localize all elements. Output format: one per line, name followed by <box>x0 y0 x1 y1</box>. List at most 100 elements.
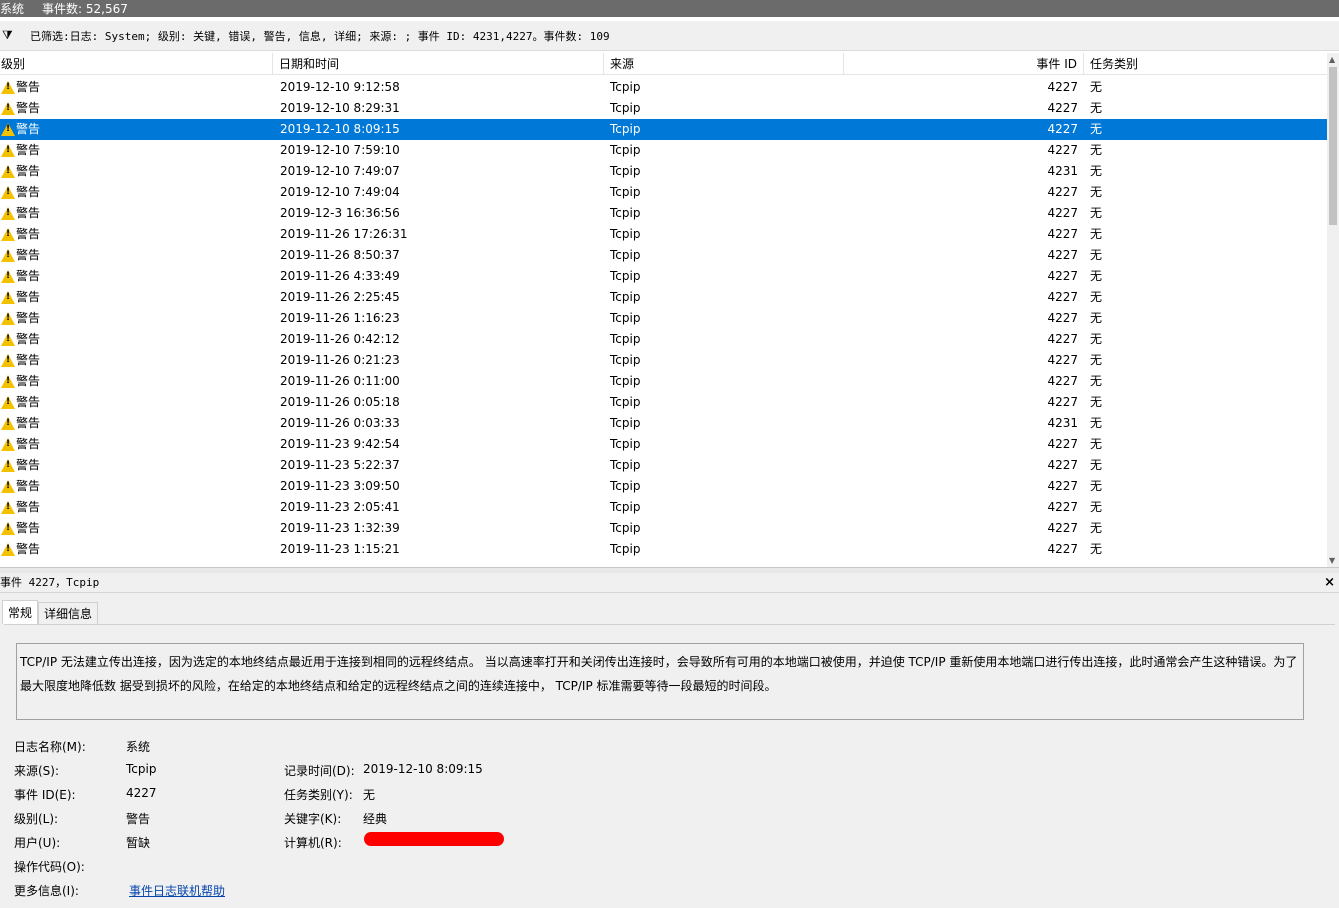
scroll-up-icon[interactable]: ▲ <box>1329 55 1335 64</box>
task-label: 任务类别(Y): <box>284 788 353 802</box>
warning-icon <box>1 123 15 136</box>
event-id-cell: 4227 <box>1047 437 1078 451</box>
event-id-cell: 4227 <box>1047 500 1078 514</box>
event-log-online-help-link[interactable]: 事件日志联机帮助 <box>129 882 225 899</box>
source-cell: Tcpip <box>610 521 641 535</box>
task-cell: 无 <box>1090 269 1103 283</box>
event-id-cell: 4227 <box>1047 269 1078 283</box>
event-id-cell: 4227 <box>1047 290 1078 304</box>
datetime-cell: 2019-11-23 2:05:41 <box>280 500 400 514</box>
title-bar: 系统 事件数: 52,567 <box>0 0 1339 17</box>
task-cell: 无 <box>1090 143 1103 157</box>
task-cell: 无 <box>1090 437 1103 451</box>
warning-icon <box>1 459 15 472</box>
table-row[interactable]: 警告 2019-11-23 1:32:39 Tcpip 4227 无 <box>0 518 1327 539</box>
source-cell: Tcpip <box>610 164 641 178</box>
logged-label: 记录时间(D): <box>284 764 355 778</box>
datetime-cell: 2019-12-10 7:49:07 <box>280 164 400 178</box>
task-cell: 无 <box>1090 458 1103 472</box>
table-row[interactable]: 警告 2019-12-10 7:49:04 Tcpip 4227 无 <box>0 182 1327 203</box>
level-text: 警告 <box>16 185 41 199</box>
task-cell: 无 <box>1090 542 1103 556</box>
source-cell: Tcpip <box>610 206 641 220</box>
event-id-cell: 4227 <box>1047 353 1078 367</box>
table-row[interactable]: 警告 2019-11-26 0:42:12 Tcpip 4227 无 <box>0 329 1327 350</box>
table-row[interactable]: 警告 2019-11-23 3:09:50 Tcpip 4227 无 <box>0 476 1327 497</box>
level-text: 警告 <box>16 227 41 241</box>
datetime-cell: 2019-12-10 9:12:58 <box>280 80 400 94</box>
tab-details[interactable]: 详细信息 <box>38 602 99 624</box>
level-cell: 警告 <box>0 140 272 161</box>
warning-icon <box>1 522 15 535</box>
table-row[interactable]: 警告 2019-11-26 8:50:37 Tcpip 4227 无 <box>0 245 1327 266</box>
column-header-level[interactable]: 级别 <box>0 53 273 75</box>
level-text: 警告 <box>16 122 41 136</box>
level-text: 警告 <box>16 542 41 556</box>
column-header-source[interactable]: 来源 <box>604 53 844 75</box>
datetime-cell: 2019-11-23 9:42:54 <box>280 437 400 451</box>
table-row[interactable]: 警告 2019-11-23 9:42:54 Tcpip 4227 无 <box>0 434 1327 455</box>
level-text: 警告 <box>16 416 41 430</box>
column-header-event-id[interactable]: 事件 ID <box>844 53 1084 75</box>
table-row[interactable]: 警告 2019-12-10 8:29:31 Tcpip 4227 无 <box>0 98 1327 119</box>
vertical-scrollbar[interactable]: ▲ ▼ <box>1327 53 1339 567</box>
level-text: 警告 <box>16 290 41 304</box>
datetime-cell: 2019-12-10 8:29:31 <box>280 101 400 115</box>
table-row[interactable]: 警告 2019-11-26 0:11:00 Tcpip 4227 无 <box>0 371 1327 392</box>
event-rows: 警告2019-12-10 9:12:58Tcpip4227无警告2019-12-… <box>0 77 1327 560</box>
scroll-down-icon[interactable]: ▼ <box>1329 556 1335 565</box>
table-row[interactable]: 警告 2019-11-23 1:15:21 Tcpip 4227 无 <box>0 539 1327 560</box>
scroll-thumb[interactable] <box>1329 67 1337 225</box>
task-cell: 无 <box>1090 122 1103 136</box>
column-header-datetime[interactable]: 日期和时间 <box>273 53 604 75</box>
warning-icon <box>1 375 15 388</box>
event-id-cell: 4227 <box>1047 458 1078 472</box>
event-description[interactable]: TCP/IP 无法建立传出连接，因为选定的本地终结点最近用于连接到相同的远程终结… <box>16 643 1304 720</box>
source-value: Tcpip <box>126 762 157 776</box>
table-row[interactable]: 警告 2019-11-23 5:22:37 Tcpip 4227 无 <box>0 455 1327 476</box>
task-cell: 无 <box>1090 164 1103 178</box>
level-text: 警告 <box>16 479 41 493</box>
warning-icon <box>1 417 15 430</box>
general-tab-panel: TCP/IP 无法建立传出连接，因为选定的本地终结点最近用于连接到相同的远程终结… <box>4 624 1335 908</box>
table-row[interactable]: 警告 2019-11-23 2:05:41 Tcpip 4227 无 <box>0 497 1327 518</box>
level-cell: 警告 <box>0 98 272 119</box>
event-id-cell: 4231 <box>1047 164 1078 178</box>
task-cell: 无 <box>1090 416 1103 430</box>
table-row[interactable]: 警告 2019-11-26 0:05:18 Tcpip 4227 无 <box>0 392 1327 413</box>
task-cell: 无 <box>1090 101 1103 115</box>
column-header-task[interactable]: 任务类别 <box>1084 53 1327 75</box>
table-row[interactable]: 警告 2019-12-10 9:12:58 Tcpip 4227 无 <box>0 77 1327 98</box>
level-cell: 警告 <box>0 455 272 476</box>
event-id-cell: 4227 <box>1047 395 1078 409</box>
table-row[interactable]: 警告 2019-12-3 16:36:56 Tcpip 4227 无 <box>0 203 1327 224</box>
source-cell: Tcpip <box>610 416 641 430</box>
user-value: 暂缺 <box>126 836 151 850</box>
task-cell: 无 <box>1090 227 1103 241</box>
source-cell: Tcpip <box>610 143 641 157</box>
table-row[interactable]: 警告 2019-11-26 0:21:23 Tcpip 4227 无 <box>0 350 1327 371</box>
warning-icon <box>1 291 15 304</box>
level-text: 警告 <box>16 374 41 388</box>
table-row[interactable]: 警告 2019-12-10 7:49:07 Tcpip 4231 无 <box>0 161 1327 182</box>
table-row[interactable]: 警告 2019-11-26 1:16:23 Tcpip 4227 无 <box>0 308 1327 329</box>
close-icon[interactable]: × <box>1324 573 1335 593</box>
event-list[interactable]: 级别 日期和时间 来源 事件 ID 任务类别 警告 2019-12-10 9:12… <box>0 53 1327 567</box>
table-row[interactable]: 警告 2019-11-26 0:03:33 Tcpip 4231 无 <box>0 413 1327 434</box>
table-row[interactable]: 警告 2019-12-10 7:59:10 Tcpip 4227 无 <box>0 140 1327 161</box>
task-cell: 无 <box>1090 311 1103 325</box>
warning-icon <box>1 228 15 241</box>
event-id-cell: 4227 <box>1047 248 1078 262</box>
source-cell: Tcpip <box>610 395 641 409</box>
tab-general[interactable]: 常规 <box>2 600 39 624</box>
level-cell: 警告 <box>0 245 272 266</box>
source-label: 来源(S): <box>14 764 60 778</box>
datetime-cell: 2019-11-26 1:16:23 <box>280 311 400 325</box>
table-row[interactable]: 警告 2019-11-26 2:25:45 Tcpip 4227 无 <box>0 287 1327 308</box>
source-cell: Tcpip <box>610 185 641 199</box>
table-row[interactable]: 警告 2019-11-26 17:26:31 Tcpip 4227 无 <box>0 224 1327 245</box>
table-row[interactable]: 警告 2019-11-26 4:33:49 Tcpip 4227 无 <box>0 266 1327 287</box>
level-text: 警告 <box>16 80 41 94</box>
table-row[interactable]: 警告 2019-12-10 8:09:15 Tcpip 4227 无 <box>0 119 1327 140</box>
event-id-cell: 4227 <box>1047 80 1078 94</box>
